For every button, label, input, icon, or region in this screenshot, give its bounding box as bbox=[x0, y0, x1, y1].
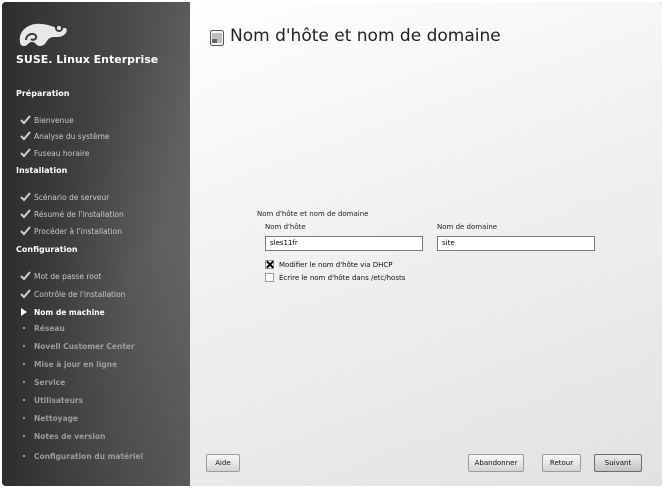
sidebar-step-label: Nom de machine bbox=[34, 307, 105, 317]
sidebar-step: Réseau bbox=[20, 322, 65, 334]
sidebar-step: Analyse du système bbox=[20, 130, 110, 142]
installer-window: SUSE. Linux Enterprise Préparation Bienve… bbox=[2, 2, 662, 486]
sidebar-step-label: Mise à jour en ligne bbox=[34, 359, 118, 369]
sidebar-step: Utilisateurs bbox=[20, 394, 83, 406]
brand-name: SUSE. Linux Enterprise bbox=[16, 53, 159, 66]
checkmark-icon bbox=[20, 130, 34, 142]
hosts-checkbox[interactable] bbox=[265, 273, 274, 282]
sidebar-step: Contrôle de l'installation bbox=[20, 288, 125, 300]
dhcp-checkbox[interactable] bbox=[265, 260, 274, 269]
sidebar-section-title: Préparation bbox=[16, 89, 70, 98]
sidebar-step-label: Fuseau horaire bbox=[34, 148, 90, 158]
domain-label: Nom de domaine bbox=[437, 223, 498, 231]
checkmark-icon bbox=[20, 191, 34, 203]
back-button[interactable]: Retour bbox=[542, 454, 581, 472]
sidebar-step: Mot de passe root bbox=[20, 270, 101, 282]
sidebar-step: Bienvenue bbox=[20, 114, 74, 126]
pending-step-dot-icon bbox=[20, 340, 34, 352]
hostname-input[interactable]: sles11fr bbox=[265, 236, 423, 251]
hosts-checkbox-row[interactable]: Écrire le nom d'hôte dans /etc/hosts bbox=[265, 272, 405, 283]
sidebar-step: Configuration du matériel bbox=[20, 450, 143, 462]
page-title: Nom d'hôte et nom de domaine bbox=[230, 26, 501, 46]
checkmark-icon bbox=[20, 114, 34, 126]
checkmark-icon bbox=[20, 147, 34, 159]
pending-step-dot-icon bbox=[20, 376, 34, 388]
sidebar-step: Notes de version bbox=[20, 430, 105, 442]
sidebar-step: Novell Customer Center bbox=[20, 340, 135, 352]
sidebar-section-title: Installation bbox=[16, 166, 68, 175]
domain-input[interactable]: site bbox=[437, 236, 595, 251]
pending-step-dot-icon bbox=[20, 322, 34, 334]
abort-button[interactable]: Abandonner bbox=[468, 454, 524, 472]
pending-step-dot-icon bbox=[20, 412, 34, 424]
main-content: Nom d'hôte et nom de domaine Nom d'hôte … bbox=[190, 2, 662, 486]
sidebar-step-label: Configuration du matériel bbox=[34, 451, 144, 461]
sidebar-step-label: Mot de passe root bbox=[34, 271, 102, 281]
sidebar-step-label: Réseau bbox=[34, 323, 65, 333]
sidebar-step: Procéder à l'installation bbox=[20, 225, 122, 237]
sidebar-step-label: Nettoyage bbox=[34, 413, 79, 423]
sidebar-step-label: Service bbox=[34, 377, 66, 387]
hostname-group-label: Nom d'hôte et nom de domaine bbox=[257, 210, 369, 218]
sidebar-section-title: Configuration bbox=[16, 245, 78, 254]
hosts-checkbox-label: Écrire le nom d'hôte dans /etc/hosts bbox=[279, 273, 406, 282]
sidebar-step: Nettoyage bbox=[20, 412, 78, 424]
hostname-label: Nom d'hôte bbox=[265, 223, 306, 231]
sidebar-step-label: Contrôle de l'installation bbox=[34, 289, 126, 299]
sidebar-step: Résumé de l'installation bbox=[20, 208, 124, 220]
checkmark-icon bbox=[20, 288, 34, 300]
checkmark-icon bbox=[20, 225, 34, 237]
dhcp-checkbox-row[interactable]: Modifier le nom d'hôte via DHCP bbox=[265, 259, 393, 270]
dhcp-checkbox-label: Modifier le nom d'hôte via DHCP bbox=[279, 260, 393, 269]
sidebar-step: Mise à jour en ligne bbox=[20, 358, 117, 370]
sidebar-step-label: Scénario de serveur bbox=[34, 192, 110, 202]
sidebar-step-label: Résumé de l'installation bbox=[34, 209, 124, 219]
pending-step-dot-icon bbox=[20, 394, 34, 406]
sidebar-step-label: Bienvenue bbox=[34, 115, 74, 125]
sidebar-step-label: Novell Customer Center bbox=[34, 341, 135, 351]
sidebar-step: Fuseau horaire bbox=[20, 147, 90, 159]
chameleon-logo-icon bbox=[19, 23, 67, 46]
next-button[interactable]: Suivant bbox=[594, 454, 642, 472]
help-button[interactable]: Aide bbox=[206, 454, 240, 472]
current-step-arrow-icon bbox=[20, 306, 34, 318]
sidebar-step: Service bbox=[20, 376, 65, 388]
pending-step-dot-icon bbox=[20, 430, 34, 442]
sidebar-step-label: Notes de version bbox=[34, 431, 106, 441]
checkmark-icon bbox=[20, 270, 34, 282]
sidebar-step-label: Procéder à l'installation bbox=[34, 226, 123, 236]
sidebar-step-label: Analyse du système bbox=[34, 131, 110, 141]
sidebar-step-label: Utilisateurs bbox=[34, 395, 84, 405]
checkmark-icon bbox=[20, 208, 34, 220]
sidebar-step: Nom de machine bbox=[20, 306, 105, 318]
pending-step-dot-icon bbox=[20, 450, 34, 462]
pending-step-dot-icon bbox=[20, 358, 34, 370]
sidebar-step: Scénario de serveur bbox=[20, 191, 109, 203]
page-title-icon bbox=[210, 30, 224, 46]
sidebar: SUSE. Linux Enterprise Préparation Bienve… bbox=[2, 2, 190, 486]
